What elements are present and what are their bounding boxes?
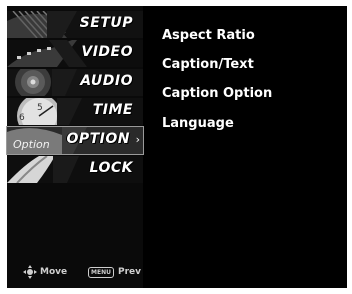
menu-item-lock-label: LOCK xyxy=(89,160,133,176)
submenu-item-caption-option[interactable]: Caption Option xyxy=(162,86,272,101)
move-help-label: Move xyxy=(40,267,68,277)
navigation-help: Move MENU Prev xyxy=(7,262,143,284)
dpad-icon xyxy=(23,265,37,279)
submenu-item-caption-text[interactable]: Caption/Text xyxy=(162,57,254,72)
menu-item-audio[interactable]: AUDIO xyxy=(7,69,143,96)
option-submenu-panel: Aspect Ratio Caption/Text Caption Option… xyxy=(146,6,347,288)
svg-text:5: 5 xyxy=(37,103,43,113)
svg-text:6: 6 xyxy=(19,113,25,123)
option-art-text: Option xyxy=(13,138,50,151)
menu-item-audio-label: AUDIO xyxy=(80,73,133,89)
menu-item-option-label: OPTION xyxy=(66,131,130,147)
menu-item-setup[interactable]: SETUP xyxy=(7,11,143,38)
submenu-item-aspect-ratio[interactable]: Aspect Ratio xyxy=(162,28,255,43)
menu-item-lock[interactable]: LOCK xyxy=(7,156,143,183)
chevron-right-icon: › xyxy=(135,133,140,146)
menu-item-time[interactable]: 6 5 TIME xyxy=(7,98,143,125)
main-menu: SETUP VIDEO AUDIO 6 5 TIME Option OPTION… xyxy=(6,6,144,288)
menu-item-option[interactable]: Option OPTION › xyxy=(6,126,144,155)
menu-item-time-label: TIME xyxy=(92,102,133,118)
menu-item-setup-label: SETUP xyxy=(79,15,133,31)
menu-key-badge: MENU xyxy=(88,267,114,278)
submenu-item-language[interactable]: Language xyxy=(162,116,234,131)
prev-help-label: Prev xyxy=(118,267,142,277)
menu-item-video-label: VIDEO xyxy=(81,44,133,60)
menu-item-video[interactable]: VIDEO xyxy=(7,40,143,67)
